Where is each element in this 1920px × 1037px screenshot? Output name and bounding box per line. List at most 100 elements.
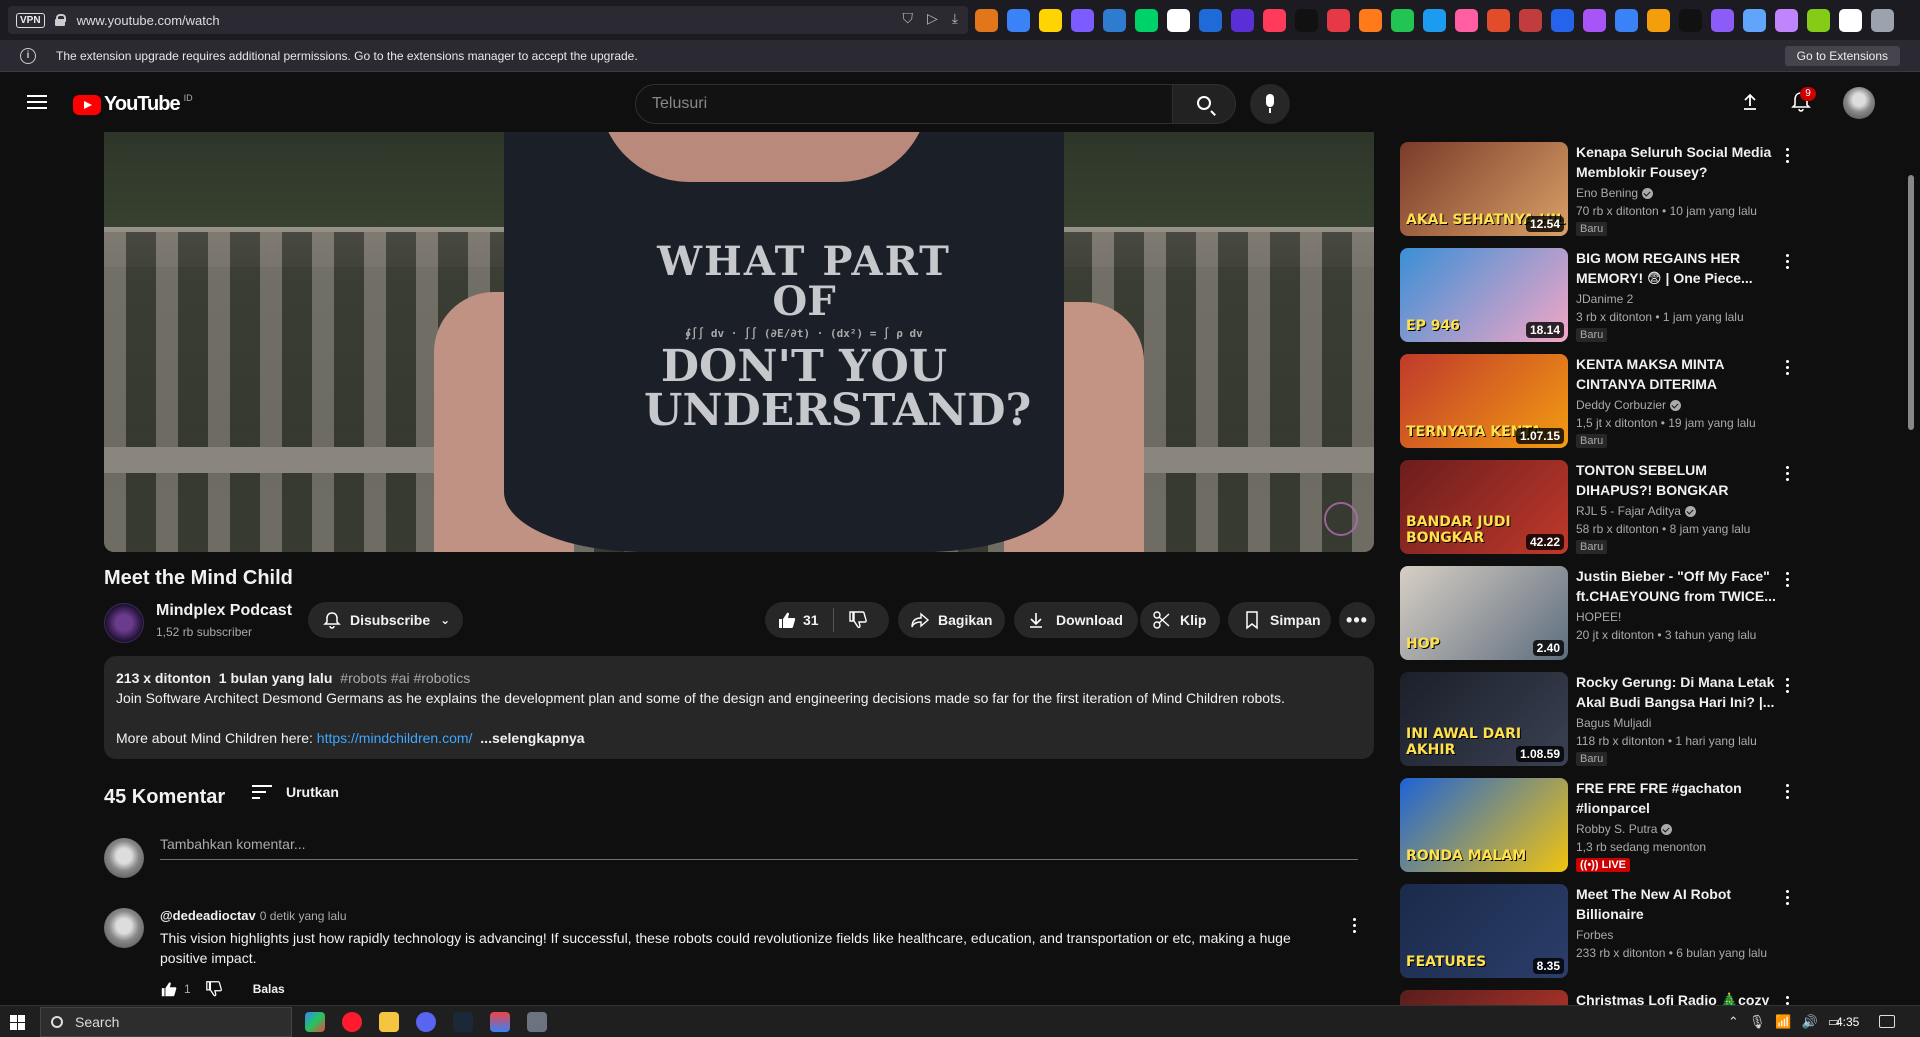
extension-icon[interactable]	[1487, 8, 1510, 32]
menu-icon[interactable]	[27, 95, 47, 109]
more-options-icon[interactable]	[1786, 996, 1790, 1005]
more-options-icon[interactable]	[1786, 254, 1790, 270]
video-thumbnail[interactable]	[1400, 990, 1568, 1005]
address-bar[interactable]: VPN www.youtube.com/watch ⛉ ▷ ⤓	[8, 6, 968, 34]
account-avatar[interactable]	[1843, 87, 1875, 119]
more-options-icon[interactable]	[1786, 890, 1790, 906]
discord-icon[interactable]	[416, 1012, 436, 1032]
related-channel-name[interactable]: RJL 5 - Fajar Aditya	[1576, 504, 1681, 518]
lock-icon[interactable]	[54, 14, 66, 26]
extension-icon[interactable]	[1551, 8, 1574, 32]
video-thumbnail[interactable]: HOP 2.40	[1400, 566, 1568, 660]
go-to-extensions-button[interactable]: Go to Extensions	[1784, 46, 1900, 66]
more-options-icon[interactable]	[1786, 784, 1790, 800]
related-channel[interactable]: JDanime 2	[1576, 292, 1633, 306]
related-video-title[interactable]: BIG MOM REGAINS HER MEMORY! 😨 | One Piec…	[1576, 248, 1776, 288]
taskbar-search[interactable]: Search	[40, 1007, 292, 1037]
microphone-icon[interactable]: 🎙	[1749, 1014, 1766, 1030]
related-video-item[interactable]: HOP 2.40 Justin Bieber - "Off My Face" f…	[1400, 556, 1900, 660]
extension-icon[interactable]	[1743, 8, 1766, 32]
video-thumbnail[interactable]: FEATURES 8.35	[1400, 884, 1568, 978]
upload-icon[interactable]	[1740, 92, 1760, 112]
extension-icon[interactable]	[1231, 8, 1254, 32]
related-video-item[interactable]: TERNYATA KENTA 1.07.15 KENTA MAKSA MINTA…	[1400, 344, 1900, 448]
more-options-icon[interactable]	[1786, 148, 1790, 164]
clip-button[interactable]: Klip	[1140, 602, 1220, 638]
related-video-title[interactable]: Kenapa Seluruh Social Media Memblokir Fo…	[1576, 142, 1776, 182]
extension-icon[interactable]	[1679, 8, 1702, 32]
add-comment-input[interactable]: Tambahkan komentar...	[160, 836, 1358, 860]
voice-search-button[interactable]	[1250, 84, 1290, 124]
windows-start-icon[interactable]	[10, 1015, 25, 1030]
extension-icon[interactable]	[1039, 8, 1062, 32]
more-options-icon[interactable]	[1786, 360, 1790, 376]
related-video-item[interactable]: RONDA MALAM FRE FRE FRE #gachaton #lionp…	[1400, 768, 1900, 872]
extension-icon[interactable]	[1007, 8, 1030, 32]
download-button[interactable]: Download	[1014, 602, 1138, 638]
taskbar-clock[interactable]: 4:35	[1836, 1015, 1859, 1029]
extension-icon[interactable]	[1583, 8, 1606, 32]
youtube-logo[interactable]: YouTube ID	[73, 93, 193, 116]
extension-icon[interactable]	[1423, 8, 1446, 32]
extension-icon[interactable]	[1295, 8, 1318, 32]
related-video-title[interactable]: Justin Bieber - "Off My Face" ft.CHAEYOU…	[1576, 566, 1776, 606]
extension-icon[interactable]	[1327, 8, 1350, 32]
video-thumbnail[interactable]: BANDAR JUDI BONGKAR 42.22	[1400, 460, 1568, 554]
chevron-up-icon[interactable]: ⌃	[1728, 1014, 1739, 1030]
extension-icon[interactable]	[1167, 8, 1190, 32]
like-count[interactable]: 31	[803, 612, 819, 628]
related-video-title[interactable]: KENTA MAKSA MINTA CINTANYA DITERIMA HARU…	[1576, 354, 1776, 394]
related-video-title[interactable]: Meet The New AI Robot Billionaire	[1576, 884, 1776, 924]
opera-icon[interactable]	[342, 1012, 362, 1032]
related-video-item[interactable]: AKAL SEHATNYA HIL 12.54 Kenapa Seluruh S…	[1400, 132, 1900, 236]
extension-icon[interactable]	[1071, 8, 1094, 32]
channel-avatar[interactable]	[104, 603, 144, 643]
steam-icon[interactable]	[453, 1012, 473, 1032]
share-button[interactable]: Bagikan	[898, 602, 1005, 638]
extension-icon[interactable]	[1615, 8, 1638, 32]
related-video-title[interactable]: Rocky Gerung: Di Mana Letak Akal Budi Ba…	[1576, 672, 1776, 712]
related-channel[interactable]: Robby S. Putra	[1576, 822, 1673, 836]
extension-icon[interactable]	[1263, 8, 1286, 32]
related-video-item[interactable]: BANDAR JUDI BONGKAR 42.22 TONTON SEBELUM…	[1400, 450, 1900, 554]
related-channel[interactable]: Forbes	[1576, 928, 1613, 942]
related-channel[interactable]: Deddy Corbuzier	[1576, 398, 1682, 412]
related-channel[interactable]: HOPEE!	[1576, 610, 1621, 624]
comment-author-name[interactable]: @dedeadioctav	[160, 908, 256, 923]
comment-time[interactable]: 0 detik yang lalu	[260, 909, 347, 923]
related-channel-name[interactable]: Robby S. Putra	[1576, 822, 1657, 836]
video-thumbnail[interactable]: AKAL SEHATNYA HIL 12.54	[1400, 142, 1568, 236]
channel-name[interactable]: Mindplex Podcast	[156, 602, 292, 620]
extension-icon[interactable]	[1103, 8, 1126, 32]
related-channel-name[interactable]: HOPEE!	[1576, 610, 1621, 624]
extension-icon[interactable]	[1839, 8, 1862, 32]
extension-icon[interactable]	[1455, 8, 1478, 32]
copilot-icon[interactable]	[305, 1012, 325, 1032]
sort-comments-button[interactable]: Urutkan	[252, 784, 339, 800]
comment-author[interactable]: @dedeadioctav 0 detik yang lalu	[160, 908, 347, 923]
extension-icon[interactable]	[1711, 8, 1734, 32]
vpn-badge[interactable]: VPN	[16, 12, 45, 28]
extension-icon[interactable]	[1871, 8, 1894, 32]
related-channel[interactable]: RJL 5 - Fajar Aditya	[1576, 504, 1696, 518]
search-input[interactable]: Telusuri	[635, 84, 1173, 124]
related-video-item[interactable]: FEATURES 8.35 Meet The New AI Robot Bill…	[1400, 874, 1900, 978]
related-channel[interactable]: Bagus Muljadi	[1576, 716, 1651, 730]
related-video-item[interactable]: EP 946 18.14 BIG MOM REGAINS HER MEMORY!…	[1400, 238, 1900, 342]
related-video-title[interactable]: FRE FRE FRE #gachaton #lionparcel	[1576, 778, 1776, 818]
extension-icon[interactable]	[1359, 8, 1382, 32]
dislike-icon[interactable]	[848, 610, 868, 630]
related-channel-name[interactable]: Forbes	[1576, 928, 1613, 942]
hashtags[interactable]: #robots #ai #robotics	[340, 670, 470, 686]
related-channel-name[interactable]: Eno Bening	[1576, 186, 1638, 200]
description-box[interactable]: 213 x ditonton 1 bulan yang lalu #robots…	[104, 656, 1374, 759]
like-icon[interactable]	[777, 610, 797, 630]
scrollbar[interactable]	[1908, 175, 1914, 430]
save-button[interactable]: Simpan	[1228, 602, 1331, 638]
video-thumbnail[interactable]: RONDA MALAM	[1400, 778, 1568, 872]
play-icon[interactable]: ▷	[927, 10, 938, 27]
comment-author-avatar[interactable]	[104, 908, 144, 948]
related-channel-name[interactable]: Bagus Muljadi	[1576, 716, 1651, 730]
speaker-icon[interactable]: 🔊	[1802, 1014, 1818, 1030]
related-channel-name[interactable]: JDanime 2	[1576, 292, 1633, 306]
